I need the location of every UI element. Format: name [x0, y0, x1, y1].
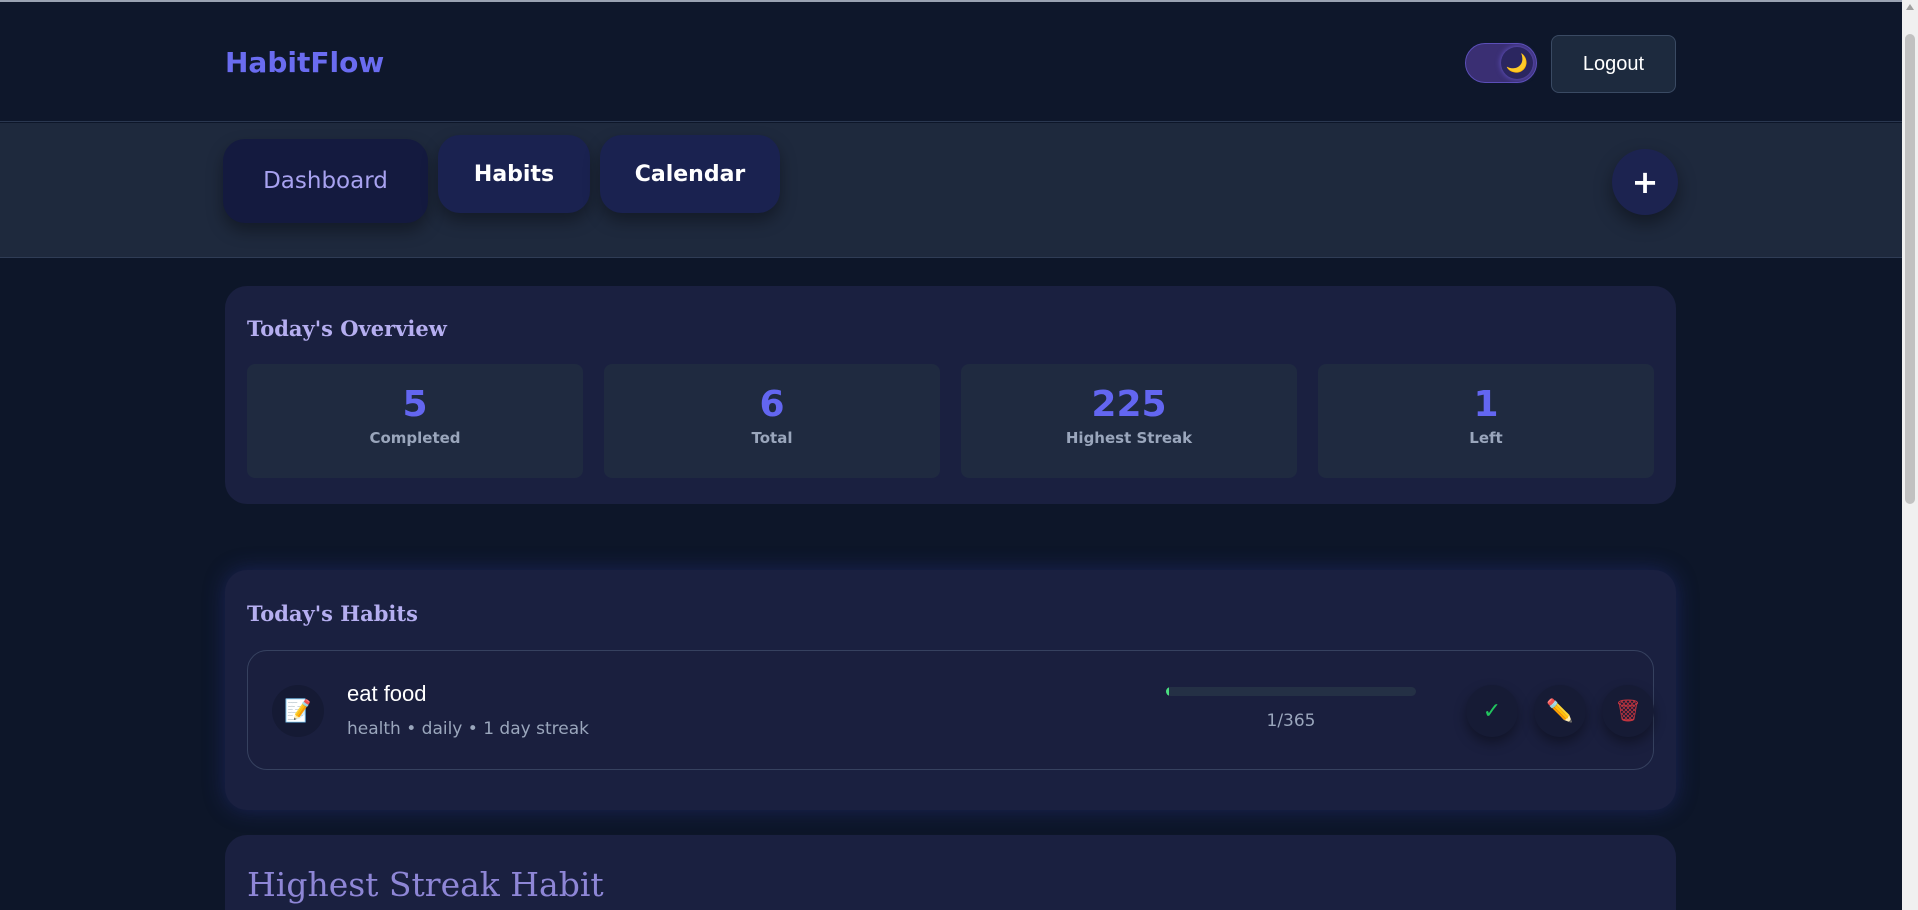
- stat-total: 6 Total: [604, 364, 940, 478]
- page-scrollbar[interactable]: [1902, 0, 1918, 910]
- stat-left: 1 Left: [1318, 364, 1654, 478]
- delete-button[interactable]: 🗑: [1602, 685, 1654, 737]
- main-nav: Dashboard Habits Calendar +: [0, 123, 1902, 258]
- app-logo[interactable]: HabitFlow: [225, 46, 384, 79]
- habit-meta: health • daily • 1 day streak: [347, 719, 589, 739]
- tab-habits[interactable]: Habits: [438, 135, 590, 213]
- highest-streak-card: Highest Streak Habit: [225, 835, 1676, 910]
- stat-value: 6: [759, 384, 785, 425]
- memo-icon: 📝: [272, 685, 324, 737]
- habit-progress-bar: [1166, 687, 1416, 696]
- overview-title: Today's Overview: [247, 316, 447, 341]
- habit-row: 📝 eat food health • daily • 1 day streak…: [247, 650, 1654, 770]
- edit-button[interactable]: ✏️: [1534, 685, 1586, 737]
- moon-icon: 🌙: [1501, 47, 1533, 79]
- trash-icon: 🗑: [1614, 698, 1642, 724]
- checkmark-icon: ✓: [1482, 698, 1502, 724]
- stat-highest-streak: 225 Highest Streak: [961, 364, 1297, 478]
- pencil-icon: ✏️: [1546, 698, 1574, 724]
- stat-label: Left: [1469, 429, 1503, 447]
- stat-value: 225: [1091, 384, 1167, 425]
- habit-progress-fill: [1166, 687, 1169, 696]
- add-habit-button[interactable]: +: [1612, 149, 1678, 215]
- stat-completed: 5 Completed: [247, 364, 583, 478]
- highest-streak-title: Highest Streak Habit: [247, 865, 604, 904]
- app-header: HabitFlow 🌙 Logout: [0, 2, 1902, 122]
- habit-progress-text: 1/365: [1266, 711, 1316, 731]
- stat-label: Highest Streak: [1065, 429, 1193, 447]
- stat-label: Completed: [369, 429, 461, 447]
- todays-habits-card: Today's Habits 📝 eat food health • daily…: [225, 570, 1676, 810]
- theme-toggle[interactable]: 🌙: [1465, 43, 1537, 83]
- scrollbar-thumb[interactable]: [1905, 34, 1915, 504]
- stat-value: 1: [1473, 384, 1499, 425]
- logout-button[interactable]: Logout: [1551, 35, 1676, 93]
- stat-label: Total: [751, 429, 793, 447]
- habit-name: eat food: [347, 681, 427, 706]
- tab-dashboard[interactable]: Dashboard: [223, 139, 428, 223]
- scroll-up-arrow-icon[interactable]: [1906, 4, 1914, 10]
- habits-title: Today's Habits: [247, 601, 418, 626]
- complete-button[interactable]: ✓: [1466, 685, 1518, 737]
- todays-overview-card: Today's Overview 5 Completed 6 Total 225…: [225, 286, 1676, 504]
- tab-calendar[interactable]: Calendar: [600, 135, 780, 213]
- stat-value: 5: [402, 384, 428, 425]
